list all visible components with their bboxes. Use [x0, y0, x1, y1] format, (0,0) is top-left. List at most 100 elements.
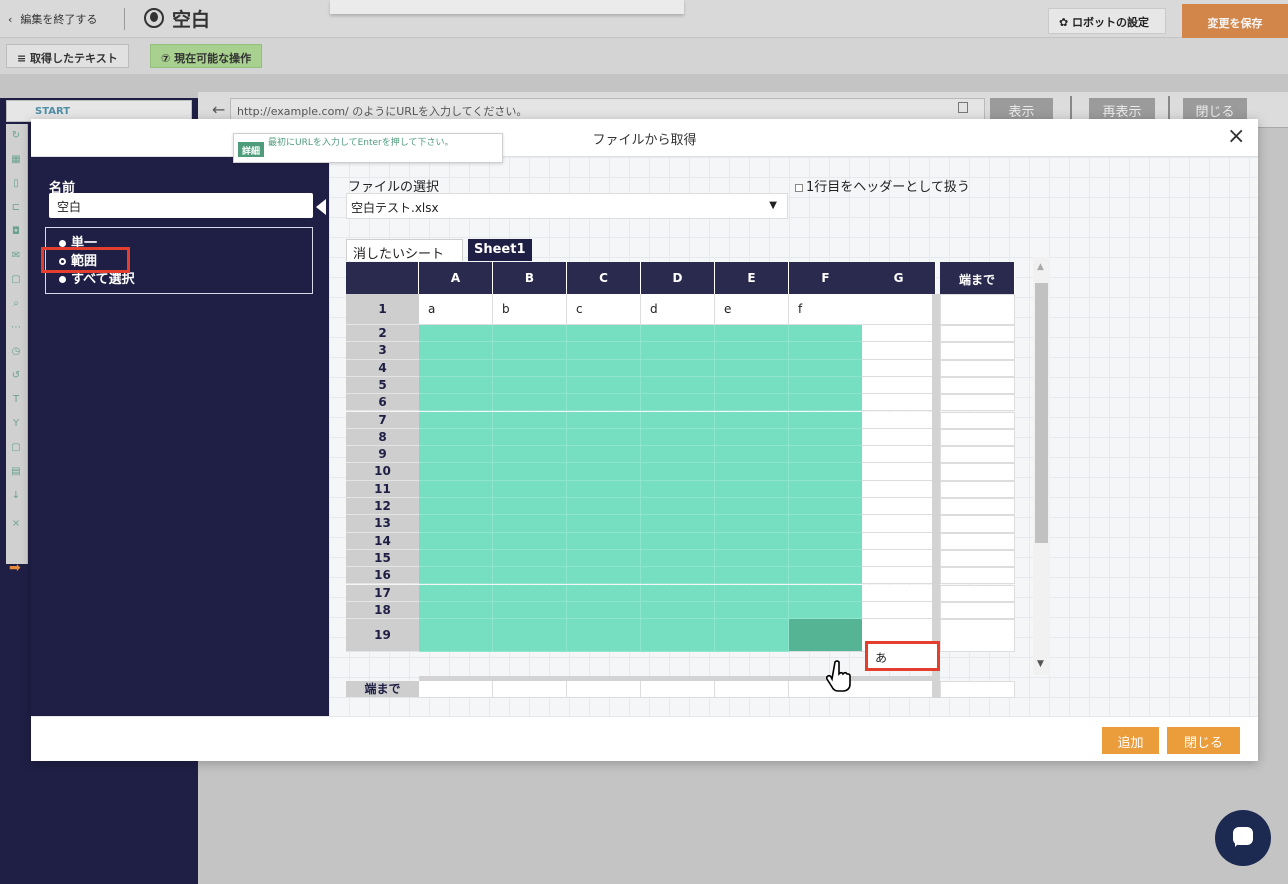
table-cell[interactable]	[862, 681, 936, 698]
to-end-cell[interactable]	[940, 463, 1015, 481]
row-header[interactable]: 9	[346, 446, 419, 464]
column-header-c[interactable]: C	[567, 262, 641, 294]
table-cell[interactable]	[641, 549, 715, 568]
table-cell[interactable]	[789, 394, 863, 412]
table-cell[interactable]	[493, 619, 567, 653]
arrow-left-icon[interactable]: ←	[212, 100, 225, 119]
table-cell[interactable]	[493, 359, 567, 377]
camera-icon[interactable]: ◘	[10, 226, 22, 238]
table-cell[interactable]	[715, 411, 789, 429]
to-end-cell[interactable]	[940, 428, 1015, 447]
table-cell[interactable]	[789, 411, 863, 429]
table-cell[interactable]	[715, 549, 789, 568]
table-cell[interactable]	[567, 325, 641, 343]
table-cell[interactable]	[715, 463, 789, 481]
table-cell[interactable]	[862, 463, 936, 481]
table-cell[interactable]	[789, 376, 863, 395]
name-field[interactable]: 空白	[49, 193, 313, 218]
table-cell[interactable]	[419, 480, 493, 498]
table-cell[interactable]	[641, 428, 715, 447]
table-cell[interactable]	[862, 567, 936, 585]
close-icon[interactable]: ×	[1227, 124, 1245, 149]
copy-icon[interactable]	[958, 102, 968, 113]
table-cell[interactable]	[715, 325, 789, 343]
branch-icon[interactable]: Y	[10, 418, 22, 430]
table-cell[interactable]	[862, 601, 936, 620]
table-cell[interactable]	[419, 376, 493, 395]
table-cell[interactable]	[862, 446, 936, 464]
table-cell[interactable]	[419, 342, 493, 360]
to-end-cell[interactable]	[940, 359, 1015, 377]
table-cell[interactable]	[641, 411, 715, 429]
table-cell[interactable]	[862, 428, 936, 447]
table-cell[interactable]	[641, 480, 715, 498]
table-cell[interactable]	[862, 325, 936, 343]
table-cell[interactable]	[641, 376, 715, 395]
crop-icon[interactable]: ⊏	[10, 202, 22, 214]
table-cell[interactable]	[419, 411, 493, 429]
table-cell[interactable]	[641, 342, 715, 360]
table-cell[interactable]	[641, 498, 715, 516]
mail-icon[interactable]: ✉	[10, 250, 22, 262]
table-cell[interactable]	[493, 446, 567, 464]
table-cell[interactable]	[493, 325, 567, 343]
table-cell[interactable]	[715, 342, 789, 360]
table-cell[interactable]	[567, 359, 641, 377]
table-cell[interactable]	[641, 463, 715, 481]
table-cell[interactable]	[789, 428, 863, 447]
table-cell[interactable]	[493, 342, 567, 360]
table-cell[interactable]	[641, 584, 715, 602]
file-select[interactable]: 空白テスト.xlsx ▼	[346, 193, 788, 219]
table-cell[interactable]	[493, 532, 567, 550]
stack-icon[interactable]: ▤	[10, 466, 22, 478]
table-cell[interactable]	[715, 584, 789, 602]
table-cell[interactable]	[493, 480, 567, 498]
table-cell[interactable]	[789, 342, 863, 360]
pages-icon[interactable]: ▢	[10, 442, 22, 454]
search-icon[interactable]: ⌕	[10, 298, 22, 310]
row-header[interactable]: 16	[346, 567, 419, 585]
table-cell[interactable]	[493, 567, 567, 585]
row-header[interactable]: 18	[346, 601, 419, 620]
row-header[interactable]: 19	[346, 619, 419, 653]
header-row-checkbox[interactable]: 1行目をヘッダーとして扱う	[795, 176, 970, 195]
table-cell[interactable]	[567, 394, 641, 412]
table-cell[interactable]	[567, 515, 641, 533]
table-cell[interactable]	[789, 446, 863, 464]
table-cell[interactable]	[789, 515, 863, 533]
to-end-cell[interactable]	[940, 394, 1015, 412]
table-cell[interactable]	[789, 359, 863, 377]
table-cell[interactable]	[567, 342, 641, 360]
download-icon[interactable]: ↓	[10, 490, 22, 502]
table-cell[interactable]	[419, 359, 493, 377]
row-header[interactable]: 10	[346, 463, 419, 481]
table-cell[interactable]	[419, 394, 493, 412]
table-cell[interactable]	[419, 463, 493, 481]
table-cell[interactable]	[419, 428, 493, 447]
to-end-cell[interactable]	[940, 446, 1015, 464]
table-cell[interactable]	[641, 394, 715, 412]
exit-edit-link[interactable]: ‹ 編集を終了する	[8, 11, 97, 27]
row-header[interactable]: 1	[346, 294, 419, 325]
row-header[interactable]: 2	[346, 325, 419, 343]
row-header[interactable]: 11	[346, 480, 419, 498]
column-header-f[interactable]: F	[789, 262, 863, 294]
table-cell[interactable]: e	[715, 294, 789, 325]
table-cell[interactable]	[493, 601, 567, 620]
table-cell[interactable]	[419, 498, 493, 516]
table-cell[interactable]	[641, 515, 715, 533]
table-cell[interactable]	[493, 498, 567, 516]
table-cell[interactable]	[862, 549, 936, 568]
table-cell[interactable]	[715, 601, 789, 620]
to-end-cell[interactable]	[940, 619, 1015, 653]
details-badge[interactable]: 詳細	[238, 142, 264, 157]
row-header[interactable]: 3	[346, 342, 419, 360]
http-icon[interactable]: ⋯	[10, 322, 22, 334]
table-cell[interactable]	[493, 411, 567, 429]
table-cell[interactable]	[862, 515, 936, 533]
to-end-cell[interactable]	[940, 601, 1015, 620]
table-cell[interactable]: d	[641, 294, 715, 325]
table-cell[interactable]	[862, 411, 936, 429]
table-cell[interactable]	[641, 681, 715, 698]
table-cell[interactable]	[641, 567, 715, 585]
